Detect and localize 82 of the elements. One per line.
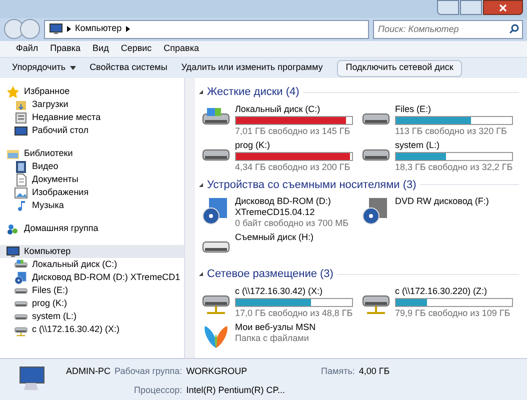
picture-icon bbox=[14, 186, 28, 200]
nav-item[interactable]: c (\\172.16.30.42) (X:) bbox=[6, 323, 184, 336]
minimize-button[interactable] bbox=[437, 0, 459, 15]
nav-item[interactable]: Локальный диск (C:) bbox=[6, 258, 184, 271]
section-title[interactable]: Устройства со съемными носителями (3) bbox=[207, 176, 416, 193]
nav-group[interactable]: Библиотеки bbox=[6, 147, 184, 160]
homegroup-icon bbox=[6, 222, 20, 236]
detail-label: Память: bbox=[320, 365, 355, 378]
menu-item[interactable]: Сервис bbox=[120, 42, 152, 56]
drive-info: 18,3 ГБ свободно из 32,2 ГБ bbox=[395, 162, 513, 172]
menu-item[interactable]: Файл bbox=[16, 42, 38, 56]
drive-info: 4,34 ГБ свободно из 200 ГБ bbox=[235, 162, 352, 172]
computer-icon bbox=[49, 22, 63, 36]
path-segment[interactable]: Компьютер bbox=[75, 22, 122, 36]
search-icon bbox=[509, 24, 519, 34]
drive-info: 7,01 ГБ свободно из 145 ГБ bbox=[235, 126, 352, 136]
search-field[interactable]: Поиск: Компьютер bbox=[373, 20, 523, 38]
detail-value: 4,00 ГБ bbox=[358, 365, 390, 378]
desktop-icon bbox=[14, 124, 28, 138]
back-button[interactable] bbox=[4, 19, 24, 39]
disc-drive-icon bbox=[14, 270, 28, 284]
nav-item[interactable]: Изображения bbox=[6, 186, 184, 199]
drive-name[interactable]: Локальный диск (C:) bbox=[235, 104, 353, 114]
detail-value: Intel(R) Pentium(R) CP... bbox=[186, 384, 286, 397]
section-title[interactable]: Жесткие диски (4) bbox=[207, 84, 300, 100]
detail-label: Рабочая группа: bbox=[114, 365, 182, 378]
nav-item[interactable]: Недавние места bbox=[6, 111, 184, 124]
detail-value: WORKGROUP bbox=[186, 365, 248, 378]
collapse-icon[interactable] bbox=[199, 272, 203, 276]
nav-item[interactable]: prog (K:) bbox=[6, 297, 184, 310]
drive-info: 113 ГБ свободно из 320 ГБ bbox=[395, 126, 508, 136]
toolbar-button[interactable]: Свойства системы bbox=[90, 61, 168, 75]
drive-name[interactable]: c (\\172.16.30.220) (Z:) bbox=[395, 286, 513, 296]
menu-item[interactable]: Справка bbox=[164, 42, 199, 56]
document-icon bbox=[14, 172, 28, 186]
film-icon bbox=[14, 160, 28, 174]
toolbar-button[interactable]: Удалить или изменить программу bbox=[181, 61, 323, 75]
nav-item[interactable]: Документы bbox=[6, 173, 184, 186]
nav-group[interactable]: Избранное bbox=[6, 85, 184, 98]
nav-group[interactable]: Домашняя группа bbox=[6, 222, 184, 235]
drive-name[interactable]: Files (E:) bbox=[395, 104, 513, 114]
drive-info: 17,0 ГБ свободно из 48,8 ГБ bbox=[235, 308, 353, 318]
drive-info: Папка с файлами bbox=[235, 332, 310, 344]
collapse-icon[interactable] bbox=[199, 90, 203, 94]
nav-item[interactable]: system (L:) bbox=[6, 310, 184, 323]
forward-button[interactable] bbox=[20, 19, 40, 39]
drive-name[interactable]: DVD RW дисковод (F:) bbox=[395, 196, 489, 207]
nav-item[interactable]: Дисковод BD-ROM (D:) XTremeCD1 bbox=[6, 271, 184, 284]
recent-places-icon bbox=[14, 110, 28, 124]
chevron-right-icon bbox=[126, 26, 130, 32]
nav-item[interactable]: Видео bbox=[6, 160, 184, 173]
drive-name[interactable]: system (L:) bbox=[395, 140, 513, 150]
chevron-right-icon bbox=[67, 26, 71, 32]
drive-name[interactable]: Мои веб-узлы MSN bbox=[235, 322, 316, 332]
drive-name[interactable]: c (\\172.16.30.42) (X:) bbox=[235, 286, 353, 296]
collapse-icon[interactable] bbox=[199, 182, 203, 187]
computer-name: ADMIN-PC bbox=[66, 365, 110, 378]
caret-icon bbox=[70, 66, 76, 70]
nav-item[interactable]: Files (E:) bbox=[6, 284, 184, 297]
close-button[interactable] bbox=[483, 0, 523, 15]
drive-name[interactable]: Дисковод BD-ROM (D:) bbox=[235, 196, 349, 207]
drive-info: 0 байт свободно из 700 МБ bbox=[235, 218, 349, 229]
menu-item[interactable]: Вид bbox=[92, 42, 109, 56]
nav-item[interactable]: Рабочий стол bbox=[6, 124, 184, 137]
toolbar-button[interactable]: Упорядочить bbox=[12, 61, 76, 75]
computer-icon bbox=[6, 244, 20, 258]
menu-item[interactable]: Правка bbox=[50, 42, 81, 56]
nav-item[interactable]: Музыка bbox=[6, 199, 184, 212]
address-bar[interactable]: Компьютер bbox=[44, 20, 369, 38]
section-title[interactable]: Сетевое размещение (3) bbox=[207, 266, 334, 282]
star-icon bbox=[6, 84, 20, 98]
maximize-button[interactable] bbox=[460, 0, 482, 15]
drive-name[interactable]: Съемный диск (H:) bbox=[235, 232, 314, 243]
toolbar-button[interactable]: Подключить сетевой диск bbox=[336, 60, 462, 76]
close-icon bbox=[499, 4, 507, 12]
drive-info: 79,9 ГБ свободно из 109 ГБ bbox=[395, 308, 512, 318]
scrollbar[interactable] bbox=[184, 78, 195, 358]
drive-name[interactable]: prog (K:) bbox=[235, 140, 353, 150]
nav-group[interactable]: Компьютер bbox=[0, 245, 184, 258]
detail-label: Процессор: bbox=[133, 384, 182, 397]
drive-label: XTremeCD15.04.12 bbox=[235, 207, 316, 218]
nav-item[interactable]: Загрузки bbox=[6, 98, 184, 111]
